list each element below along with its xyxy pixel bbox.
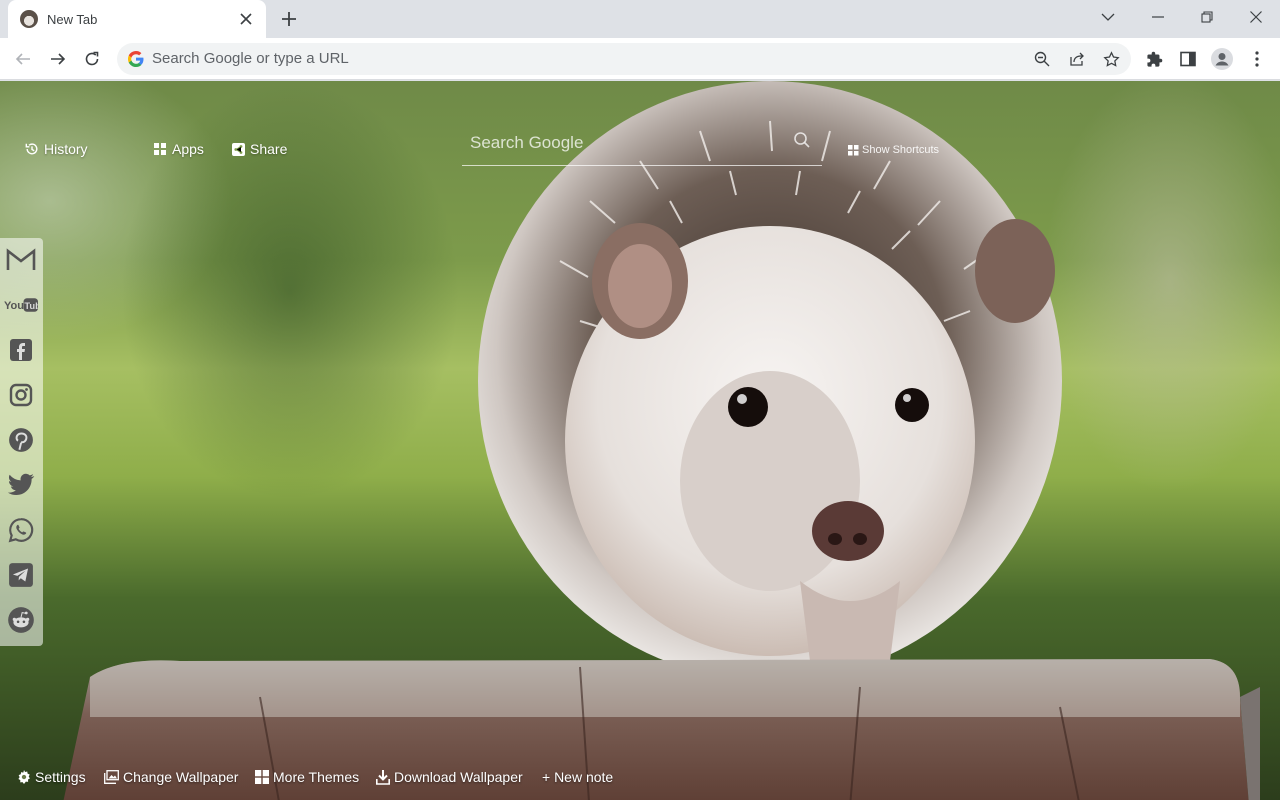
- show-shortcuts-label: Show Shortcuts: [862, 144, 940, 156]
- menu-icon[interactable]: [1242, 44, 1272, 74]
- close-window-icon[interactable]: [1242, 4, 1270, 30]
- browser-toolbar: Search Google or type a URL: [0, 38, 1280, 80]
- google-g-icon: [128, 51, 144, 72]
- tab-title: New Tab: [47, 11, 98, 27]
- telegram-icon[interactable]: [4, 558, 38, 592]
- log-wallpaper-image: [63, 659, 1260, 800]
- pinterest-icon[interactable]: [4, 423, 38, 457]
- share-icon[interactable]: [1067, 49, 1087, 69]
- back-icon[interactable]: [8, 44, 38, 74]
- tab-strip: New Tab: [0, 0, 1280, 38]
- change-wallpaper-label: Change Wallpaper: [123, 769, 239, 785]
- social-sidebar: YouTube: [0, 238, 43, 646]
- instagram-icon[interactable]: [4, 378, 38, 412]
- images-icon: [104, 770, 119, 784]
- close-tab-icon[interactable]: [236, 9, 256, 29]
- hedgehog-wallpaper-image: [478, 81, 1062, 681]
- omnibox-placeholder: Search Google or type a URL: [152, 50, 349, 67]
- tab-search-chevron-icon[interactable]: [1094, 4, 1122, 30]
- download-wallpaper-button[interactable]: Download Wallpaper: [376, 769, 523, 785]
- search-underline: [462, 165, 822, 166]
- whatsapp-icon[interactable]: [4, 513, 38, 547]
- download-wallpaper-label: Download Wallpaper: [394, 769, 523, 785]
- reload-icon[interactable]: [77, 44, 107, 74]
- shortcuts-grid-icon: [848, 144, 859, 155]
- gear-icon: [18, 770, 30, 784]
- settings-label: Settings: [35, 769, 86, 785]
- share-square-icon: [232, 142, 245, 156]
- tab-new-tab[interactable]: New Tab: [8, 0, 266, 38]
- apps-grid-icon: [154, 142, 166, 155]
- restore-icon[interactable]: [1193, 4, 1221, 30]
- history-link[interactable]: History: [25, 141, 88, 157]
- more-themes-label: More Themes: [273, 769, 360, 785]
- more-themes-button[interactable]: More Themes: [255, 769, 359, 785]
- profile-icon[interactable]: [1207, 44, 1237, 74]
- youtube-icon[interactable]: YouTube: [4, 288, 38, 322]
- show-shortcuts-toggle[interactable]: Show Shortcuts: [848, 144, 939, 156]
- bookmark-star-icon[interactable]: [1101, 49, 1121, 69]
- reddit-icon[interactable]: [4, 603, 38, 637]
- minimize-icon[interactable]: [1144, 4, 1172, 30]
- forward-icon[interactable]: [43, 44, 73, 74]
- settings-button[interactable]: Settings: [17, 769, 86, 785]
- new-tab-button[interactable]: [276, 6, 302, 32]
- hedgehog-favicon-icon: [20, 10, 38, 28]
- change-wallpaper-button[interactable]: Change Wallpaper: [104, 769, 238, 785]
- facebook-icon[interactable]: [4, 333, 38, 367]
- download-icon: [376, 769, 390, 785]
- new-note-button[interactable]: + New note: [542, 769, 613, 785]
- history-icon: [25, 143, 38, 155]
- apps-link[interactable]: Apps: [154, 141, 204, 157]
- windows-grid-icon: [255, 770, 269, 784]
- svg-text:Tube: Tube: [24, 301, 38, 311]
- share-link[interactable]: Share: [232, 141, 287, 157]
- gmail-icon[interactable]: [4, 243, 38, 277]
- new-note-label: + New note: [542, 769, 614, 785]
- side-panel-icon[interactable]: [1173, 44, 1203, 74]
- share-label: Share: [250, 141, 288, 157]
- twitter-icon[interactable]: [4, 468, 38, 502]
- history-label: History: [44, 141, 88, 157]
- zoom-icon[interactable]: [1032, 49, 1052, 69]
- omnibox[interactable]: Search Google or type a URL: [117, 43, 1131, 75]
- extensions-icon[interactable]: [1139, 44, 1169, 74]
- google-search-input[interactable]: Search Google: [470, 133, 583, 153]
- apps-label: Apps: [172, 141, 204, 157]
- search-icon[interactable]: [793, 131, 811, 154]
- svg-text:You: You: [4, 300, 24, 312]
- new-tab-page: History Apps Share Search Google Show Sh…: [0, 81, 1280, 800]
